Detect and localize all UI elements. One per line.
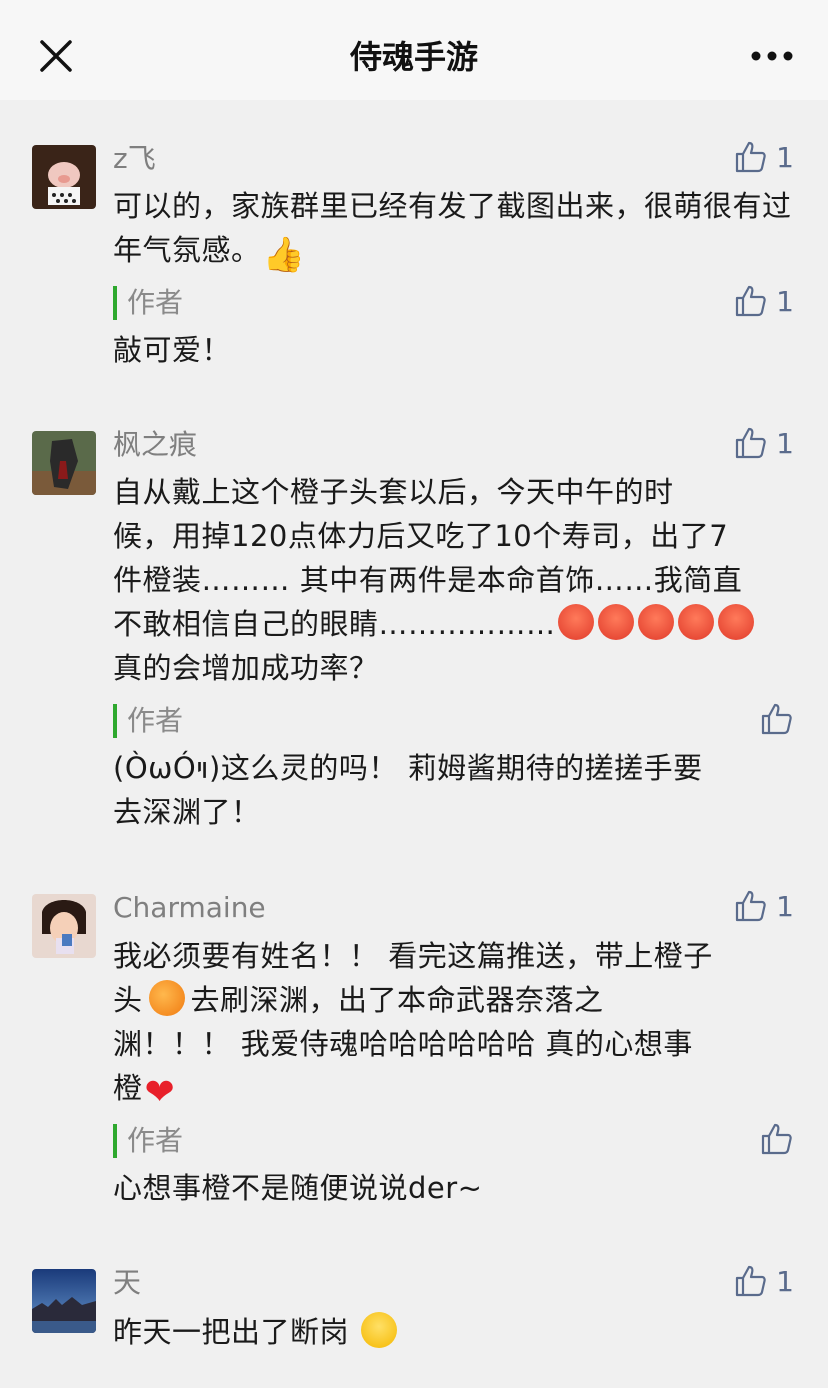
angry-emoji-icon — [557, 604, 594, 640]
angry-emoji-icon — [677, 604, 714, 640]
sunglasses-emoji-icon — [360, 1312, 397, 1348]
like-count: 1 — [776, 1264, 794, 1298]
comment-nickname: 枫之痕 — [113, 428, 198, 461]
comment-content: 昨天一把出了断岗 — [113, 1310, 803, 1354]
comment-nickname: z飞 — [113, 142, 156, 175]
reply-like-button[interactable]: 1 — [734, 283, 794, 319]
more-icon[interactable] — [750, 44, 794, 68]
avatar[interactable] — [32, 145, 96, 209]
like-button[interactable]: 1 — [734, 1263, 794, 1299]
thumbs-up-icon — [736, 141, 766, 173]
like-count: 1 — [776, 889, 794, 923]
avatar[interactable] — [32, 431, 96, 495]
like-button[interactable]: 1 — [734, 139, 794, 175]
thumbs-up-icon — [736, 427, 766, 459]
comment-nickname: Charmaine — [113, 891, 266, 924]
angry-emoji-icon — [637, 604, 674, 640]
thumbs-up-icon — [761, 1123, 792, 1155]
reply-like-button[interactable] — [760, 701, 794, 737]
comment-nickname: 天 — [113, 1266, 142, 1299]
reply-content: 心想事橙不是随便说说der~ — [113, 1171, 483, 1205]
reply-like-button[interactable] — [760, 1121, 794, 1157]
thumbs-up-icon — [736, 285, 766, 317]
thumbs-up-icon — [736, 1265, 766, 1297]
like-count: 1 — [776, 284, 794, 318]
thumbs-up-icon — [761, 703, 792, 735]
author-tag: 作者 — [113, 704, 183, 738]
angry-emoji-icon — [717, 604, 754, 640]
heart-emoji-icon: ❤ — [144, 1072, 176, 1113]
avatar[interactable] — [32, 894, 96, 958]
angry-emoji-icon — [597, 604, 634, 640]
reply-content: 敲可爱！ — [113, 333, 232, 367]
like-count: 1 — [776, 140, 794, 174]
comment-content: 可以的，家族群里已经有发了截图出来，很萌很有过年气氛感。👍 — [113, 189, 792, 275]
author-tag: 作者 — [113, 1124, 183, 1158]
comment-content: 我必须要有姓名！！ 看完这篇推送，带上橙子 头去刷深渊，出了本命武器奈落之 渊！… — [113, 939, 713, 1113]
page-title: 侍魂手游 — [349, 38, 478, 76]
thumbs-up-icon — [736, 890, 766, 922]
thumbs-up-emoji-icon: 👍 — [262, 235, 306, 275]
like-button[interactable]: 1 — [734, 425, 794, 461]
like-count: 1 — [776, 426, 794, 460]
author-tag: 作者 — [113, 286, 183, 320]
top-bar: 侍魂手游 — [0, 0, 828, 100]
reply-content: (ÒωÓױ)这么灵的吗！ 莉姆酱期待的搓搓手要 去深渊了！ — [113, 751, 703, 829]
like-button[interactable]: 1 — [734, 888, 794, 924]
tangerine-emoji-icon — [148, 980, 185, 1016]
avatar[interactable] — [32, 1269, 96, 1333]
comment-content: 自从戴上这个橙子头套以后，今天中午的时 候，用掉120点体力后又吃了10个寿司，… — [113, 470, 803, 690]
